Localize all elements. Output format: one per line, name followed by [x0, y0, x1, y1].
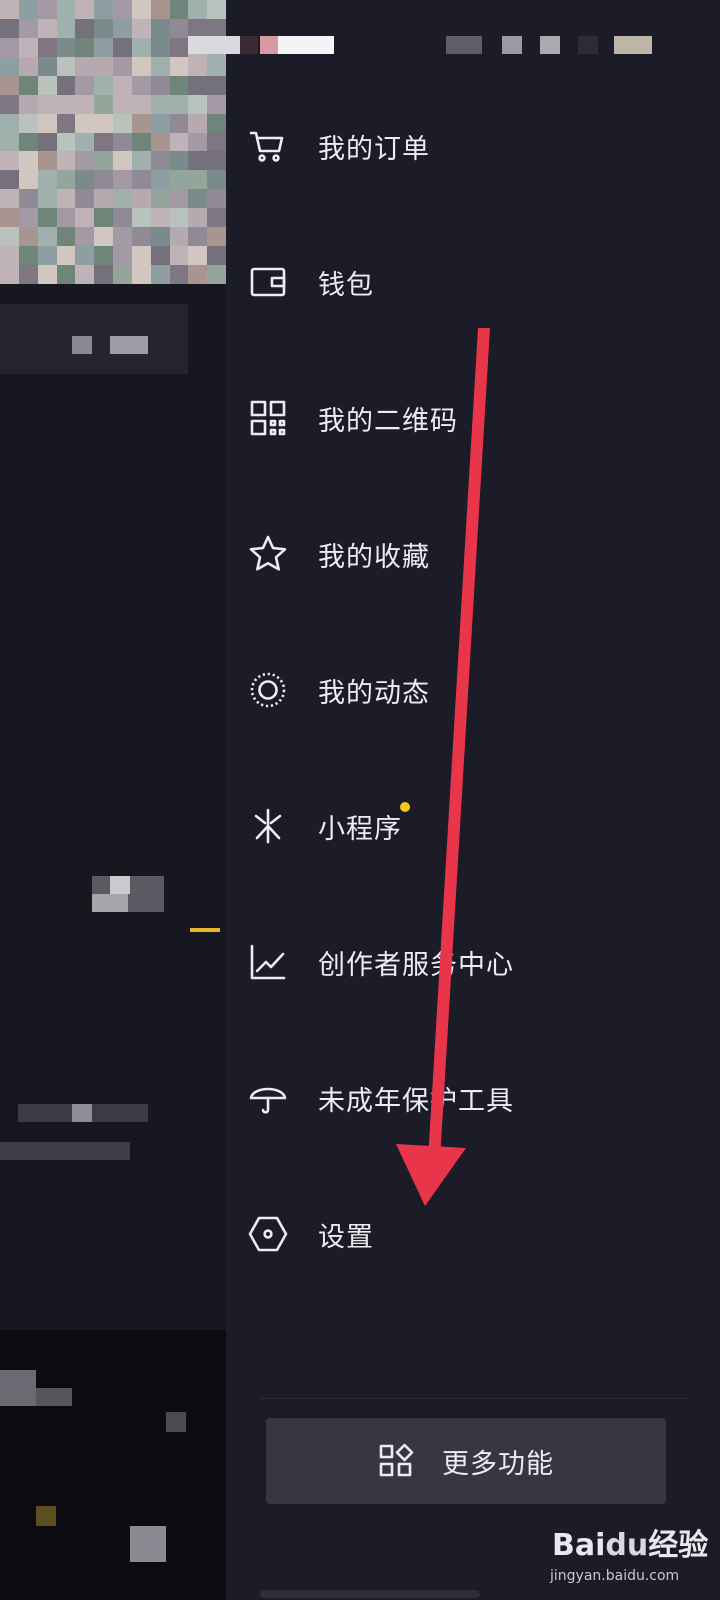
baidu-jingyan-watermark: Baidu经验 jingyan.baidu.com: [548, 1516, 716, 1596]
shopping-cart-icon: [248, 126, 288, 166]
progress-accent-line: [190, 928, 220, 932]
drawer-menu: 我的订单 钱包 我的二维码 我的收藏 我的动态 小程序 创作者服务中心 未成年保…: [226, 78, 720, 1302]
menu-item-my-qr-code[interactable]: 我的二维码: [226, 350, 720, 486]
blurred-block: [0, 1142, 130, 1160]
menu-item-wallet[interactable]: 钱包: [226, 214, 720, 350]
menu-item-label: 小程序: [318, 813, 402, 845]
menu-item-label: 设置: [318, 1221, 374, 1253]
mini-program-icon: [248, 806, 288, 846]
background-page: [0, 0, 226, 1600]
dynamic-circle-icon: [248, 670, 288, 710]
menu-item-my-dynamics[interactable]: 我的动态: [226, 622, 720, 758]
blurred-header-bar: [0, 304, 188, 374]
menu-item-mini-programs[interactable]: 小程序: [226, 758, 720, 894]
side-drawer: 我的订单 钱包 我的二维码 我的收藏 我的动态 小程序 创作者服务中心 未成年保…: [188, 0, 720, 1600]
menu-item-label: 创作者服务中心: [318, 949, 514, 981]
umbrella-icon: [248, 1078, 288, 1118]
menu-item-settings[interactable]: 设置: [226, 1166, 720, 1302]
divider: [260, 1398, 686, 1399]
qr-code-icon: [248, 398, 288, 438]
blurred-block: [92, 894, 128, 912]
blurred-block: [72, 1104, 92, 1122]
more-grid-icon: [379, 1443, 414, 1477]
blurred-block: [110, 336, 148, 354]
blurred-block: [72, 336, 92, 354]
menu-item-my-favorites[interactable]: 我的收藏: [226, 486, 720, 622]
watermark-logo: Baidu经验: [552, 1528, 709, 1563]
blurred-bottom-section: [0, 1330, 226, 1600]
menu-item-my-orders[interactable]: 我的订单: [226, 78, 720, 214]
settings-hexagon-icon: [248, 1214, 288, 1254]
menu-item-label: 钱包: [318, 269, 374, 301]
wallet-icon: [248, 262, 288, 302]
menu-item-label: 我的收藏: [318, 541, 430, 573]
menu-item-label: 我的二维码: [318, 405, 458, 437]
star-icon: [248, 534, 288, 574]
menu-item-label: 未成年保护工具: [318, 1085, 514, 1117]
more-features-button[interactable]: 更多功能: [266, 1418, 666, 1504]
menu-item-minor-protection[interactable]: 未成年保护工具: [226, 1030, 720, 1166]
new-badge-dot: [400, 802, 410, 812]
chart-line-icon: [248, 942, 288, 982]
menu-item-creator-center[interactable]: 创作者服务中心: [226, 894, 720, 1030]
status-bar-blurred: [188, 36, 720, 56]
blurred-block: [110, 876, 130, 894]
menu-item-label: 我的订单: [318, 133, 430, 165]
more-features-label: 更多功能: [442, 1448, 554, 1480]
watermark-url: jingyan.baidu.com: [550, 1568, 680, 1584]
menu-item-label: 我的动态: [318, 677, 430, 709]
home-indicator: [260, 1590, 480, 1598]
